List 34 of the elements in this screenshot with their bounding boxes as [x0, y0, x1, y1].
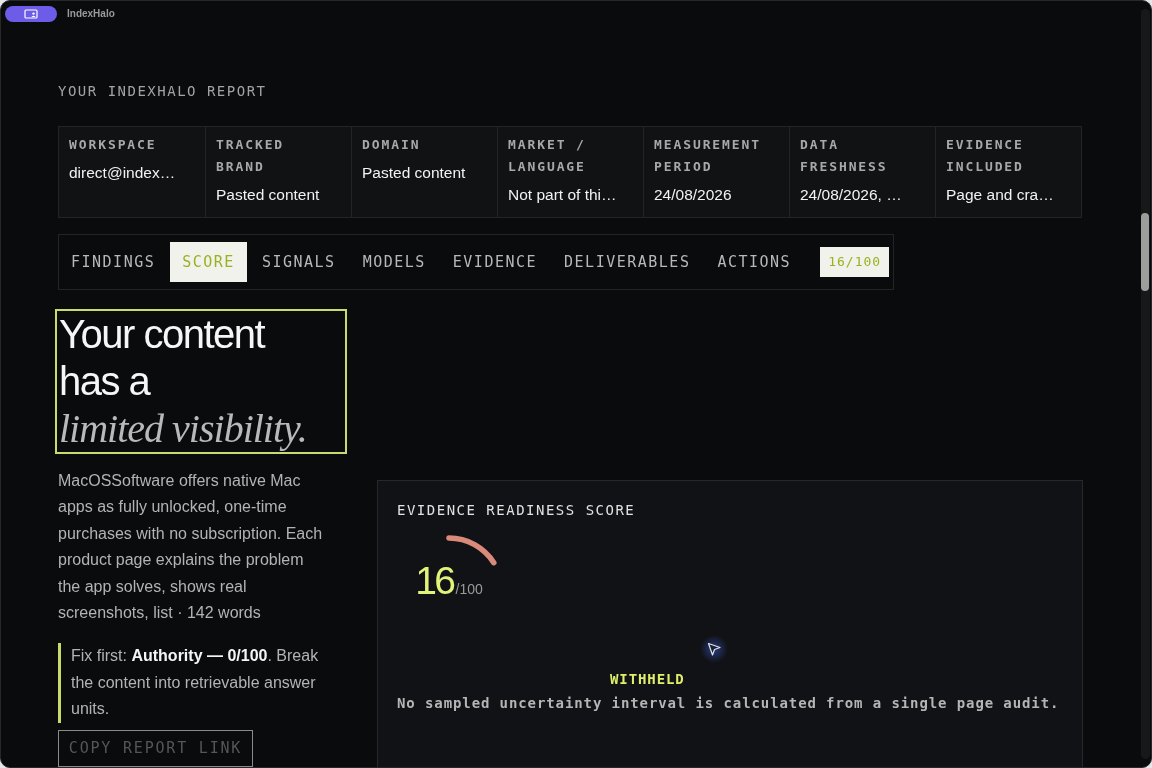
screen-user-icon[interactable] — [5, 6, 57, 22]
info-label: MEASUREMENT PERIOD — [654, 136, 762, 176]
scrollbar-thumb[interactable] — [1141, 213, 1149, 291]
card-title: EVIDENCE READINESS SCORE — [397, 501, 636, 520]
info-value: 24/08/2026 — [654, 185, 732, 205]
score-value: 16 — [415, 561, 454, 601]
status-note: No sampled uncertainty interval is calculated from a single page audit. — [397, 694, 1060, 713]
info-label: WORKSPACE — [69, 136, 158, 154]
tab[interactable]: MODELS — [350, 242, 438, 282]
score-max: /100 — [455, 580, 483, 599]
info-value: 24/08/2026, … — [800, 185, 902, 205]
summary-text: MacOSSoftware offers native Mac apps as fully unlocked, one-time purchases with no subscription. Each product page explains the problem the app solves, shows real screenshots, list · 142 words — [58, 471, 324, 624]
info-label: MARKET / LANGUAGE — [508, 136, 587, 176]
report-heading: YOUR INDEXHALO REPORT — [58, 82, 267, 101]
fix-first-callout: Fix first: Authority — 0/100. Break the content into retrievable answer units. — [58, 643, 342, 723]
headline: Your content has a limited visibility. — [55, 309, 347, 454]
info-value: Pasted content — [362, 163, 466, 183]
tab[interactable]: FINDINGS — [59, 242, 168, 282]
tab[interactable]: DELIVERABLES — [552, 242, 703, 282]
pointer-cursor-icon — [700, 635, 728, 663]
info-value: direct@index… — [69, 163, 176, 183]
score-badge: 16/100 — [820, 247, 890, 277]
tab[interactable]: ACTIONS — [705, 242, 804, 282]
info-value: Page and cra… — [946, 185, 1054, 205]
window-title: IndexHalo — [67, 7, 115, 21]
info-label: DATA FRESHNESS — [800, 136, 889, 176]
info-value: Not part of thi… — [508, 185, 617, 205]
info-label: DOMAIN — [362, 136, 422, 154]
status-label: WITHHELD — [610, 670, 685, 689]
tab[interactable]: EVIDENCE — [440, 242, 550, 282]
info-label: TRACKED BRAND — [216, 136, 286, 176]
tab[interactable]: SIGNALS — [249, 242, 348, 282]
info-value: Pasted content — [216, 185, 320, 205]
info-label: EVIDENCE INCLUDED — [946, 136, 1025, 176]
